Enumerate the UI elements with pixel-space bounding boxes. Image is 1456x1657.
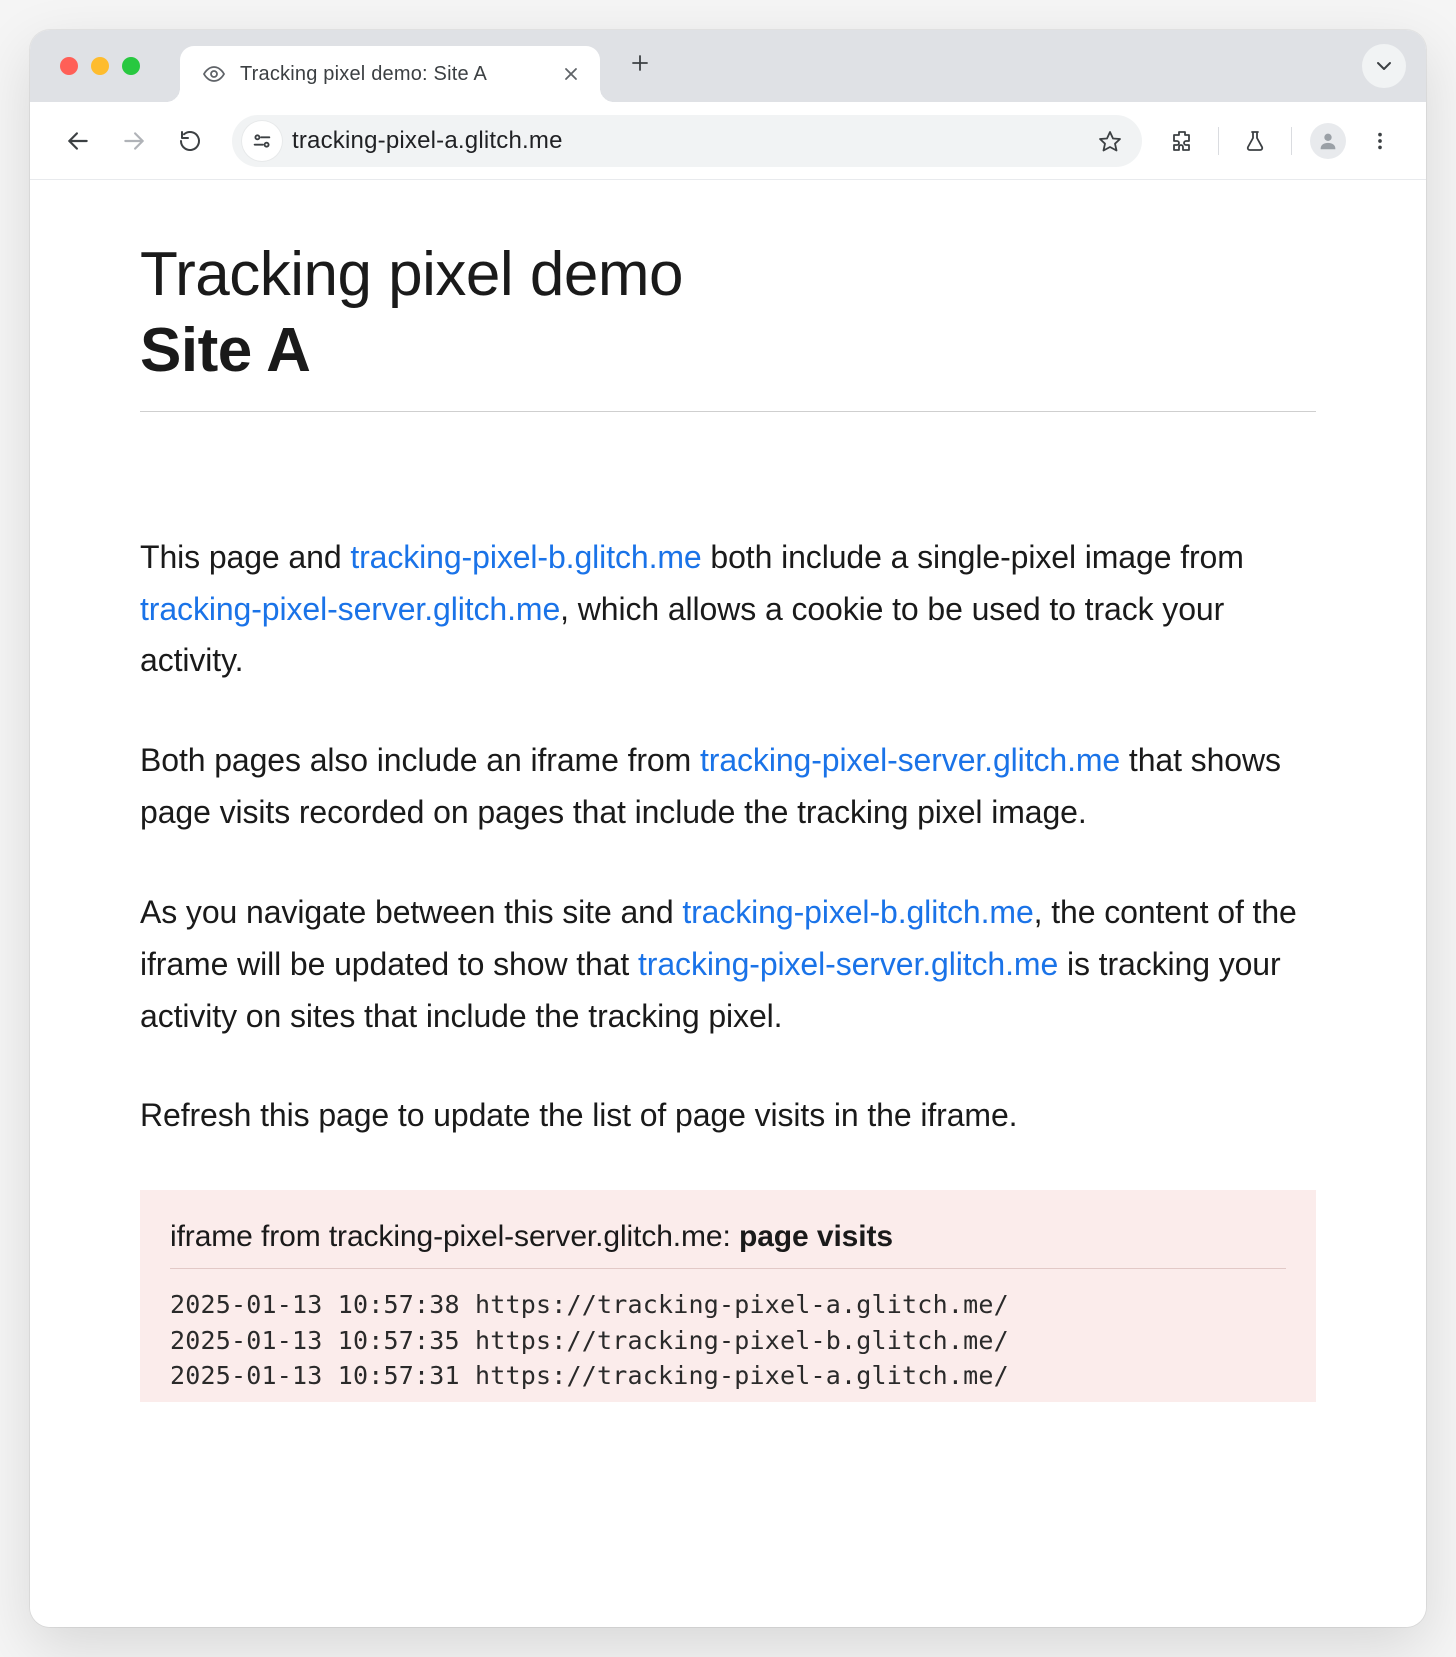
text-run: Both pages also include an iframe from xyxy=(140,742,700,778)
window-controls xyxy=(30,30,140,102)
labs-icon[interactable] xyxy=(1233,119,1277,163)
avatar-icon xyxy=(1310,123,1346,159)
browser-toolbar: tracking-pixel-a.glitch.me xyxy=(30,102,1426,180)
page-title-line1: Tracking pixel demo xyxy=(140,240,683,309)
tab-strip: Tracking pixel demo: Site A xyxy=(30,30,1426,102)
site-settings-icon[interactable] xyxy=(242,121,282,161)
iframe-title-bold: page visits xyxy=(739,1220,893,1253)
tab-title: Tracking pixel demo: Site A xyxy=(240,63,546,86)
iframe-title-prefix: iframe from tracking-pixel-server.glitch… xyxy=(170,1220,739,1253)
menu-button[interactable] xyxy=(1358,119,1402,163)
tabs-dropdown-button[interactable] xyxy=(1362,44,1406,88)
window-minimize-icon[interactable] xyxy=(91,57,109,75)
browser-tab[interactable]: Tracking pixel demo: Site A xyxy=(180,46,600,102)
browser-window: Tracking pixel demo: Site A xyxy=(30,30,1426,1627)
iframe-divider xyxy=(170,1268,1286,1269)
page-title-line2: Site A xyxy=(140,314,1316,388)
iframe-title: iframe from tracking-pixel-server.glitch… xyxy=(170,1220,1286,1254)
window-maximize-icon[interactable] xyxy=(122,57,140,75)
reload-button[interactable] xyxy=(166,117,214,165)
paragraph-1: This page and tracking-pixel-b.glitch.me… xyxy=(140,532,1316,687)
content-viewport: Tracking pixel demo Site A This page and… xyxy=(30,180,1426,1627)
page-title: Tracking pixel demo Site A xyxy=(140,238,1316,389)
close-icon[interactable] xyxy=(560,63,582,85)
extensions-icon[interactable] xyxy=(1160,119,1204,163)
new-tab-button[interactable] xyxy=(620,43,660,83)
link-site-b[interactable]: tracking-pixel-b.glitch.me xyxy=(682,894,1033,930)
address-bar[interactable]: tracking-pixel-a.glitch.me xyxy=(232,115,1142,167)
text-run: This page and xyxy=(140,539,350,575)
toolbar-separator xyxy=(1218,127,1219,155)
link-server[interactable]: tracking-pixel-server.glitch.me xyxy=(638,946,1058,982)
visit-log: 2025-01-13 10:57:38 https://tracking-pix… xyxy=(170,1287,1286,1402)
eye-icon xyxy=(202,62,226,86)
paragraph-3: As you navigate between this site and tr… xyxy=(140,887,1316,1042)
link-server[interactable]: tracking-pixel-server.glitch.me xyxy=(140,591,560,627)
profile-button[interactable] xyxy=(1306,119,1350,163)
text-run: both include a single-pixel image from xyxy=(702,539,1244,575)
forward-button[interactable] xyxy=(110,117,158,165)
paragraph-4: Refresh this page to update the list of … xyxy=(140,1090,1316,1142)
link-site-b[interactable]: tracking-pixel-b.glitch.me xyxy=(350,539,701,575)
toolbar-separator xyxy=(1291,127,1292,155)
paragraph-2: Both pages also include an iframe from t… xyxy=(140,735,1316,839)
body-copy: This page and tracking-pixel-b.glitch.me… xyxy=(140,532,1316,1142)
window-close-icon[interactable] xyxy=(60,57,78,75)
star-icon[interactable] xyxy=(1088,119,1132,163)
page-content: Tracking pixel demo Site A This page and… xyxy=(30,180,1426,1402)
iframe-panel: iframe from tracking-pixel-server.glitch… xyxy=(140,1190,1316,1402)
back-button[interactable] xyxy=(54,117,102,165)
addrbar-actions xyxy=(1088,119,1132,163)
title-divider xyxy=(140,411,1316,412)
link-server[interactable]: tracking-pixel-server.glitch.me xyxy=(700,742,1120,778)
url-text[interactable]: tracking-pixel-a.glitch.me xyxy=(292,127,1078,155)
text-run: As you navigate between this site and xyxy=(140,894,682,930)
